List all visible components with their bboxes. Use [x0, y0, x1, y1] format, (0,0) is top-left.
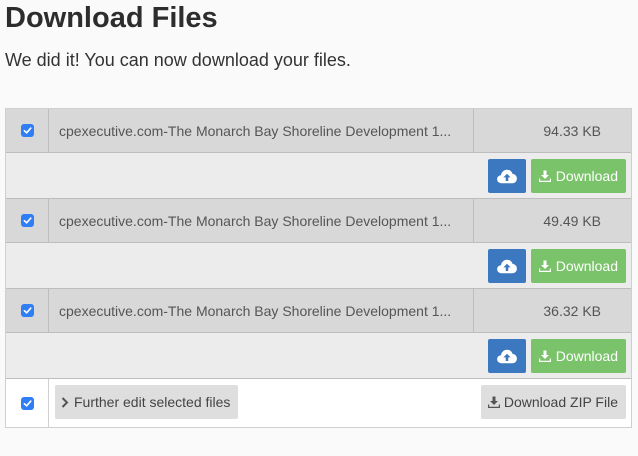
download-icon [538, 170, 551, 182]
checkbox-icon[interactable] [20, 396, 34, 410]
download-button[interactable]: Download [530, 158, 626, 193]
files-table: cpexecutive.com-The Monarch Bay Shorelin… [5, 108, 632, 428]
file-size: 94.33 KB [543, 122, 601, 139]
checkbox-icon[interactable] [20, 304, 34, 317]
checkbox-cell [6, 109, 49, 152]
checkbox-icon[interactable] [20, 214, 34, 227]
file-size: 49.49 KB [543, 212, 601, 229]
cloud-upload-icon [496, 169, 517, 183]
file-name-cell: cpexecutive.com-The Monarch Bay Shorelin… [49, 289, 474, 332]
download-icon [538, 260, 551, 272]
file-name: cpexecutive.com-The Monarch Bay Shorelin… [59, 212, 452, 229]
page-subtitle: We did it! You can now download your fil… [5, 50, 351, 70]
footer-row: Further edit selected files Download ZIP… [6, 379, 631, 427]
download-icon [538, 350, 551, 362]
file-row: cpexecutive.com-The Monarch Bay Shorelin… [6, 109, 631, 153]
checkbox-cell [6, 289, 49, 332]
file-name: cpexecutive.com-The Monarch Bay Shorelin… [59, 122, 452, 139]
download-label: Download [555, 167, 618, 184]
cloud-upload-icon [496, 259, 517, 273]
file-row: cpexecutive.com-The Monarch Bay Shorelin… [6, 199, 631, 243]
file-actions: Download [6, 153, 631, 199]
chevron-right-icon [61, 396, 69, 408]
file-name: cpexecutive.com-The Monarch Bay Shorelin… [59, 302, 452, 319]
file-row: cpexecutive.com-The Monarch Bay Shorelin… [6, 289, 631, 333]
download-button[interactable]: Download [530, 248, 626, 283]
page-title: Download Files [5, 2, 218, 34]
upload-button[interactable] [487, 248, 526, 283]
download-zip-label: Download ZIP File [503, 394, 618, 410]
download-zip-button[interactable]: Download ZIP File [480, 385, 626, 419]
file-actions: Download [6, 243, 631, 289]
file-name-cell: cpexecutive.com-The Monarch Bay Shorelin… [49, 109, 474, 152]
upload-button[interactable] [487, 338, 526, 373]
download-label: Download [555, 257, 618, 274]
cloud-upload-icon [496, 349, 517, 363]
select-all-checkbox-cell [6, 379, 49, 427]
checkbox-icon[interactable] [20, 124, 34, 137]
file-name-cell: cpexecutive.com-The Monarch Bay Shorelin… [49, 199, 474, 242]
further-edit-button[interactable]: Further edit selected files [55, 385, 239, 419]
file-size: 36.32 KB [543, 302, 601, 319]
download-label: Download [555, 347, 618, 364]
download-icon [487, 396, 500, 408]
download-files-page: Download Files We did it! You can now do… [0, 0, 638, 456]
file-actions: Download [6, 333, 631, 379]
upload-button[interactable] [487, 158, 526, 193]
further-edit-label: Further edit selected files [74, 394, 231, 410]
checkbox-cell [6, 199, 49, 242]
download-button[interactable]: Download [530, 338, 626, 373]
